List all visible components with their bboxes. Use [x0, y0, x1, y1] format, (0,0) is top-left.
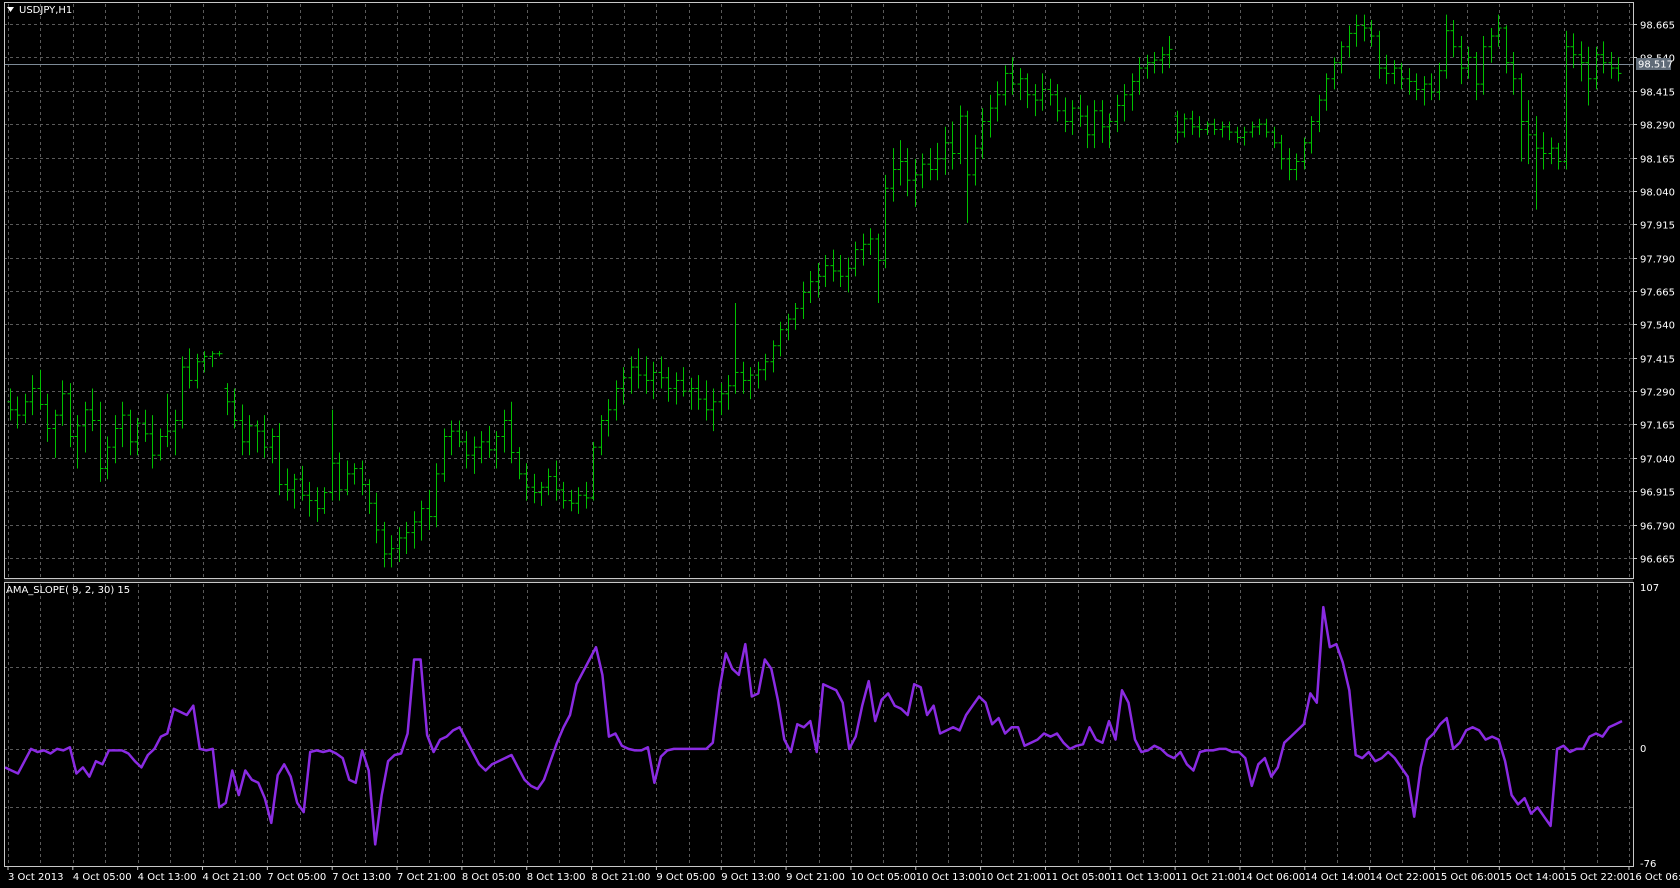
price-tick-label: 98.040	[1640, 188, 1675, 199]
time-tick-label: 4 Oct 05:00	[73, 872, 132, 883]
indicator-tick-label: 0	[1640, 744, 1646, 755]
time-tick-label: 10 Oct 21:00	[981, 872, 1046, 883]
price-tick-label: 97.290	[1640, 388, 1675, 399]
chart-background	[0, 0, 1680, 888]
price-tick-label: 97.540	[1640, 321, 1675, 332]
time-tick-label: 14 Oct 06:00	[1240, 872, 1305, 883]
time-tick-label: 7 Oct 21:00	[397, 872, 456, 883]
price-tick-label: 97.415	[1640, 355, 1675, 366]
time-tick-label: 3 Oct 2013	[8, 872, 63, 883]
time-tick-label: 8 Oct 05:00	[462, 872, 521, 883]
time-tick-label: 14 Oct 14:00	[1305, 872, 1370, 883]
time-tick-label: 15 Oct 14:00	[1499, 872, 1564, 883]
time-tick-label: 8 Oct 21:00	[592, 872, 651, 883]
time-tick-label: 9 Oct 05:00	[656, 872, 715, 883]
price-tick-label: 97.040	[1640, 455, 1675, 466]
time-tick-label: 7 Oct 13:00	[332, 872, 391, 883]
time-tick-label: 11 Oct 21:00	[1175, 872, 1240, 883]
time-tick-label: 11 Oct 05:00	[1045, 872, 1110, 883]
price-tick-label: 98.165	[1640, 155, 1675, 166]
time-tick-label: 8 Oct 13:00	[527, 872, 586, 883]
symbol-timeframe-label: USDJPY,H1	[19, 5, 72, 16]
price-tick-label: 96.915	[1640, 488, 1675, 499]
price-tick-label: 97.790	[1640, 255, 1675, 266]
time-tick-label: 10 Oct 05:00	[851, 872, 916, 883]
indicator-tick-label: 107	[1640, 583, 1659, 594]
time-tick-label: 14 Oct 22:00	[1370, 872, 1435, 883]
price-tick-label: 98.665	[1640, 21, 1675, 32]
time-tick-label: 15 Oct 22:00	[1564, 872, 1629, 883]
chart-window[interactable]: 98.66598.54098.41598.29098.16598.04097.9…	[0, 0, 1680, 888]
time-tick-label: 10 Oct 13:00	[916, 872, 981, 883]
price-tick-label: 98.290	[1640, 121, 1675, 132]
time-tick-label: 9 Oct 13:00	[721, 872, 780, 883]
time-tick-label: 11 Oct 13:00	[1110, 872, 1175, 883]
price-tick-label: 96.790	[1640, 522, 1675, 533]
indicator-name-label: AMA_SLOPE( 9, 2, 30) 15	[6, 585, 130, 596]
time-tick-label: 7 Oct 05:00	[267, 872, 326, 883]
time-tick-label: 4 Oct 21:00	[203, 872, 262, 883]
time-tick-label: 15 Oct 06:00	[1434, 872, 1499, 883]
price-tick-label: 97.165	[1640, 421, 1675, 432]
time-tick-label: 4 Oct 13:00	[138, 872, 197, 883]
price-tick-label: 97.665	[1640, 288, 1675, 299]
time-tick-label: 9 Oct 21:00	[786, 872, 845, 883]
price-tick-label: 97.915	[1640, 221, 1675, 232]
price-tick-label: 96.665	[1640, 555, 1675, 566]
pane-separator	[4, 579, 1633, 582]
current-price-marker: 98.517	[1636, 58, 1673, 71]
price-tick-label: 98.415	[1640, 88, 1675, 99]
indicator-tick-label: -76	[1640, 859, 1656, 870]
time-tick-label: 16 Oct 06:00	[1629, 872, 1680, 883]
current-price-label: 98.517	[1638, 60, 1673, 71]
